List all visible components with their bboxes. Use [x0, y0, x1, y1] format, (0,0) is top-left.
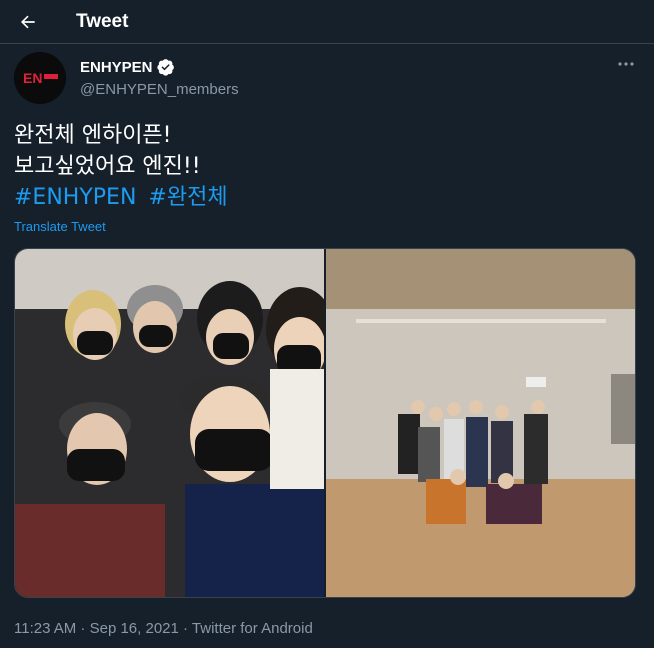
tweet-client[interactable]: Twitter for Android — [192, 620, 313, 637]
back-button[interactable] — [13, 7, 43, 37]
photo-selfie[interactable] — [15, 249, 324, 597]
separator: · — [76, 620, 90, 637]
tweet-meta: 11:23 AM · Sep 16, 2021 · Twitter for An… — [14, 620, 313, 637]
verified-badge-icon — [156, 59, 174, 76]
avatar[interactable]: EN — [14, 52, 66, 104]
tweet-media — [14, 248, 636, 598]
group-image — [326, 249, 635, 597]
photo-group[interactable] — [326, 249, 635, 597]
tweet-time[interactable]: 11:23 AM — [14, 620, 76, 637]
hashtag-link[interactable]: #ENHYPEN — [14, 182, 136, 213]
tweet-line-1: 완전체 엔하이픈! — [14, 123, 172, 148]
display-name[interactable]: ENHYPEN — [80, 59, 153, 76]
arrow-left-icon — [21, 15, 35, 28]
more-horizontal-icon — [618, 62, 634, 66]
more-button[interactable] — [616, 56, 636, 72]
tweet-line-2: 보고싶었어요 엔진!! — [14, 154, 201, 179]
svg-text:EN: EN — [23, 70, 42, 86]
translate-tweet-link[interactable]: Translate Tweet — [14, 219, 106, 234]
selfie-image — [15, 249, 324, 597]
page-title: Tweet — [76, 10, 129, 32]
separator: · — [178, 620, 192, 637]
tweet-text: 완전체 엔하이픈! 보고싶었어요 엔진!! #ENHYPEN #완전체 — [14, 120, 634, 213]
hashtag-link[interactable]: #완전체 — [148, 182, 227, 213]
user-handle[interactable]: @ENHYPEN_members — [80, 81, 239, 98]
enhypen-logo: EN — [14, 52, 66, 104]
tweet-header: Tweet — [0, 0, 654, 44]
tweet-date[interactable]: Sep 16, 2021 — [90, 620, 179, 637]
author-row: EN ENHYPEN @ENHYPEN_members — [14, 52, 640, 104]
